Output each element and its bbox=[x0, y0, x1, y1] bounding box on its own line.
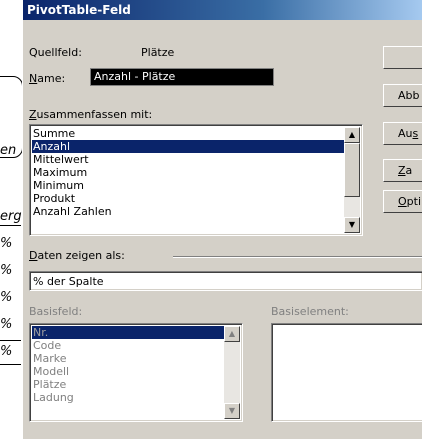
base-field-scrollbar[interactable]: ▲ ▼ bbox=[224, 326, 240, 419]
sheet-fragment: % bbox=[0, 317, 13, 332]
sheet-rule bbox=[0, 364, 21, 365]
sheet-fragment: % bbox=[0, 263, 13, 278]
summarize-items: Summe Anzahl Mittelwert Maximum Minimum Produ… bbox=[32, 127, 344, 218]
sheet-rule bbox=[0, 340, 21, 341]
group-separator bbox=[173, 256, 422, 258]
base-field-listbox[interactable]: Nr. Code Marke Modell Plätze Ladung ▲ ▼ bbox=[29, 323, 243, 422]
scroll-down-arrow-icon[interactable]: ▼ bbox=[344, 217, 360, 233]
scroll-up-arrow-icon[interactable]: ▲ bbox=[224, 326, 240, 342]
sheet-fragment: % bbox=[0, 236, 13, 251]
list-item[interactable]: Minimum bbox=[32, 179, 344, 192]
list-item[interactable]: Maximum bbox=[32, 166, 344, 179]
list-item[interactable]: Ladung bbox=[32, 391, 224, 404]
summarize-scrollbar[interactable]: ▲ ▼ bbox=[344, 127, 360, 233]
name-label: Name: bbox=[29, 72, 66, 85]
list-item[interactable]: Marke bbox=[32, 352, 224, 365]
source-field-label: Quellfeld: bbox=[29, 46, 82, 59]
list-item[interactable]: Mittelwert bbox=[32, 153, 344, 166]
list-item[interactable]: Summe bbox=[32, 127, 344, 140]
sheet-fragment: erg bbox=[0, 209, 22, 224]
cancel-button[interactable]: Abb bbox=[383, 84, 422, 107]
sheet-fragment: % bbox=[0, 290, 13, 305]
list-item[interactable]: Nr. bbox=[32, 326, 224, 339]
sheet-fragment: % bbox=[0, 344, 13, 359]
list-item[interactable]: Plätze bbox=[32, 378, 224, 391]
base-field-items: Nr. Code Marke Modell Plätze Ladung bbox=[32, 326, 224, 404]
summarize-label: Zusammenfassen mit: bbox=[29, 108, 153, 121]
summarize-listbox[interactable]: Summe Anzahl Mittelwert Maximum Minimum Produ… bbox=[29, 124, 363, 236]
options-button[interactable]: Opti bbox=[383, 190, 422, 213]
show-data-label: Daten zeigen als: bbox=[29, 249, 125, 262]
hide-button[interactable]: Aus bbox=[383, 122, 422, 145]
list-item[interactable]: Anzahl bbox=[32, 140, 344, 153]
callout-text: en bbox=[0, 143, 17, 158]
scroll-thumb[interactable] bbox=[344, 143, 360, 197]
ok-button[interactable] bbox=[383, 46, 422, 69]
base-item-listbox[interactable] bbox=[271, 323, 422, 422]
sheet-rule bbox=[0, 225, 21, 226]
source-field-value: Plätze bbox=[141, 46, 175, 59]
list-item[interactable]: Anzahl Zahlen bbox=[32, 205, 344, 218]
name-input[interactable]: Anzahl - Plätze bbox=[90, 68, 274, 86]
list-item[interactable]: Code bbox=[32, 339, 224, 352]
title-bar[interactable]: PivotTable-Feld bbox=[23, 0, 422, 20]
pivottable-field-dialog: PivotTable-Feld Quellfeld: Plätze Name: … bbox=[22, 0, 422, 439]
number-button[interactable]: Za bbox=[383, 159, 422, 182]
show-data-select[interactable]: % der Spalte bbox=[29, 271, 422, 291]
list-item[interactable]: Produkt bbox=[32, 192, 344, 205]
scroll-down-arrow-icon[interactable]: ▼ bbox=[224, 403, 240, 419]
list-item[interactable]: Modell bbox=[32, 365, 224, 378]
scroll-up-arrow-icon[interactable]: ▲ bbox=[344, 127, 360, 143]
base-item-label: Basiselement: bbox=[271, 305, 349, 318]
base-field-label: Basisfeld: bbox=[29, 305, 83, 318]
